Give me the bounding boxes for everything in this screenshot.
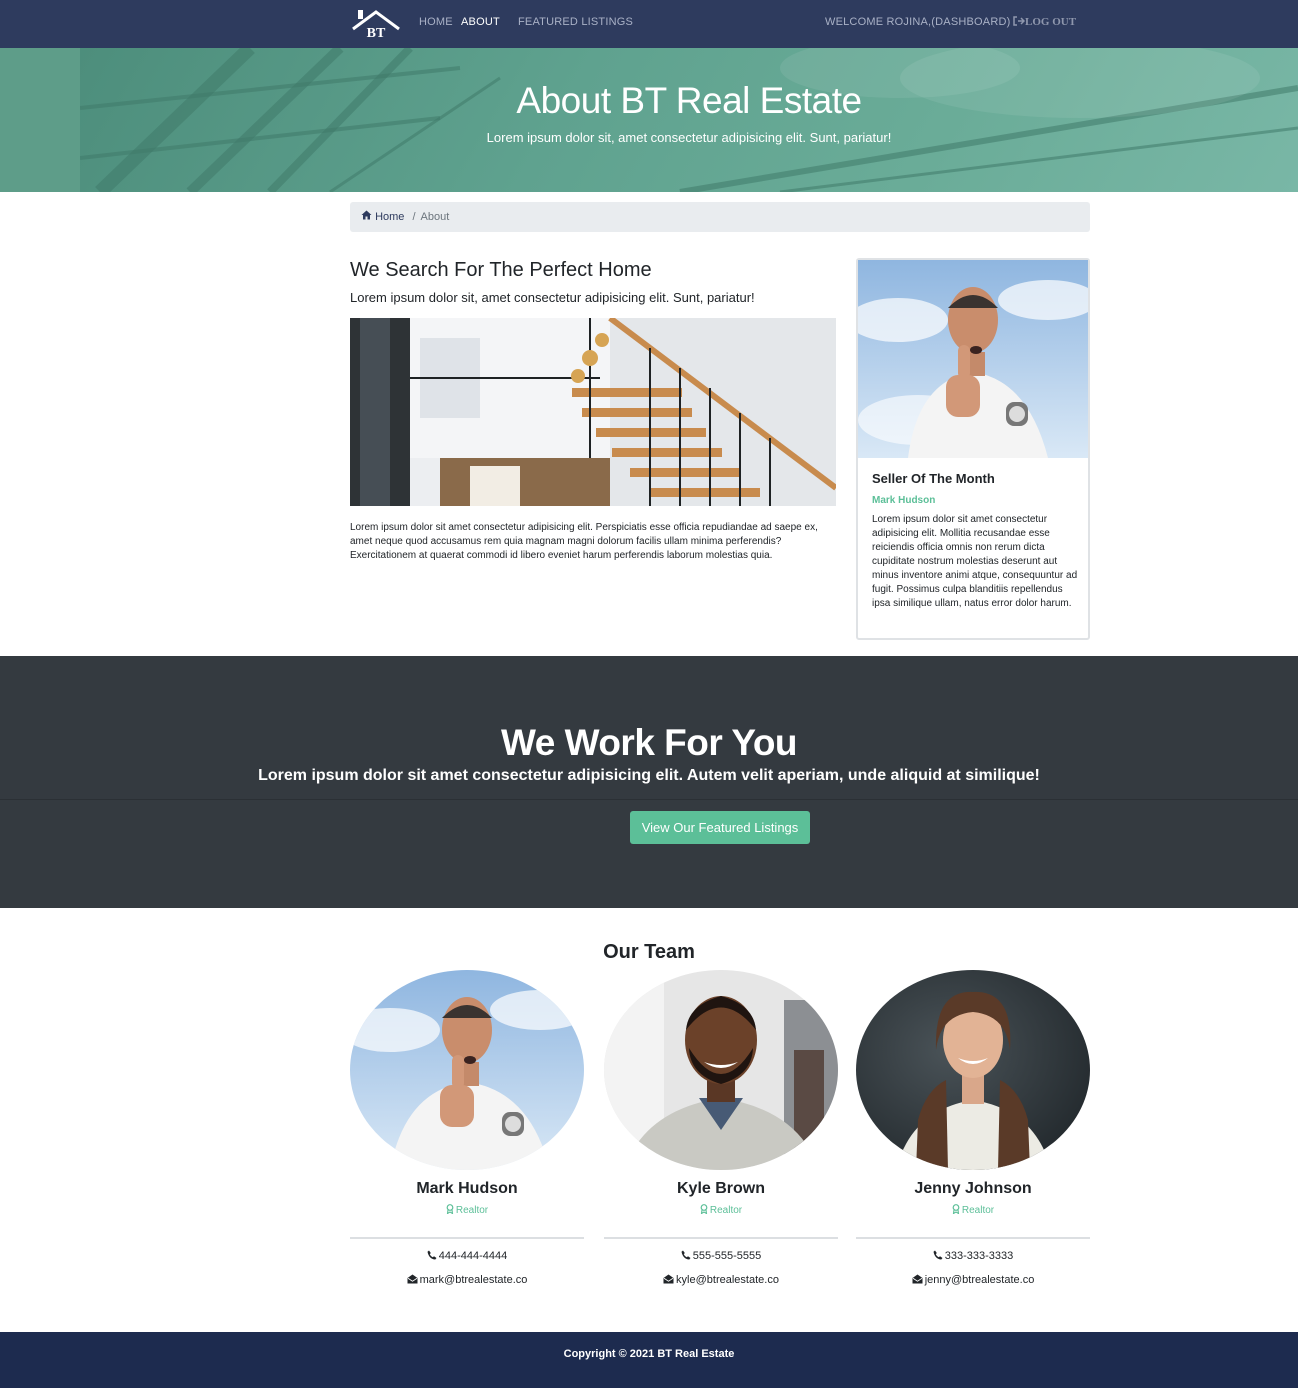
team-member-phone-value: 555-555-5555 (692, 1250, 762, 1262)
award-icon (446, 1204, 454, 1215)
nav-featured-listings[interactable]: FEATURED LISTINGS (518, 16, 633, 28)
team-member-phone: 333-333-3333 (856, 1250, 1090, 1262)
team-member-name: Mark Hudson (416, 1180, 518, 1197)
team-member-divider (856, 1237, 1090, 1239)
work-title: We Work For You (500, 722, 798, 763)
breadcrumb-home-link[interactable]: Home (361, 210, 407, 223)
svg-text:BT: BT (367, 26, 386, 39)
team-member-card: Mark Hudson Realtor 444-444-4444 mark@bt… (350, 970, 584, 1300)
phone-icon (933, 1250, 943, 1260)
team-member-email: mark@btrealestate.co (350, 1274, 584, 1286)
award-icon (700, 1204, 708, 1215)
envelope-icon (912, 1274, 923, 1284)
team-member-role: Realtor (856, 1204, 1090, 1216)
seller-name: Mark Hudson (872, 495, 936, 506)
seller-description: Lorem ipsum dolor sit amet consectetur a… (872, 514, 1078, 609)
team-member-phone: 555-555-5555 (604, 1250, 838, 1262)
about-staircase-image (350, 318, 836, 506)
team-member-phone-value: 444-444-4444 (438, 1250, 508, 1262)
team-member-card: Jenny Johnson Realtor 333-333-3333 jenny… (856, 970, 1090, 1300)
logo-house-icon: BT (352, 10, 400, 41)
hero-subtitle: Lorem ipsum dolor sit, amet consectetur … (486, 130, 892, 145)
work-subtitle: Lorem ipsum dolor sit amet consectetur a… (258, 767, 1040, 784)
hero-banner: About BT Real Estate Lorem ipsum dolor s… (80, 48, 1298, 192)
team-member-email-value[interactable]: kyle@btrealestate.co (676, 1274, 779, 1286)
team-member-divider (350, 1237, 584, 1239)
team-member-phone-value: 333-333-3333 (944, 1250, 1014, 1262)
breadcrumb: Home / About (350, 202, 1090, 232)
breadcrumb-home-label: Home (375, 211, 405, 223)
team-title: Our Team (603, 941, 695, 963)
home-icon (361, 210, 372, 220)
team-member-phone: 444-444-4444 (350, 1250, 584, 1262)
nav-welcome-dashboard[interactable]: WELCOME ROJINA,(DASHBOARD) (825, 16, 1011, 28)
team-member-photo (350, 970, 584, 1170)
hero-left-strip (0, 48, 80, 192)
team-member-role-label: Realtor (961, 1205, 995, 1216)
team-member-role-label: Realtor (455, 1205, 489, 1216)
footer: Copyright © 2021 BT Real Estate (0, 1332, 1298, 1388)
nav-home[interactable]: HOME (419, 16, 453, 28)
envelope-icon (663, 1274, 674, 1284)
team-member-email-value[interactable]: mark@btrealestate.co (420, 1274, 528, 1286)
envelope-icon (407, 1274, 418, 1284)
logout-icon (1013, 16, 1026, 26)
team-member-role: Realtor (350, 1204, 584, 1216)
seller-of-month-card: Seller Of The Month Mark Hudson Lorem ip… (856, 258, 1090, 640)
team-member-card: Kyle Brown Realtor 555-555-5555 kyle@btr… (604, 970, 838, 1300)
nav-about[interactable]: ABOUT (461, 16, 500, 28)
team-member-role-label: Realtor (709, 1205, 743, 1216)
brand-logo[interactable]: BT (350, 7, 402, 41)
footer-copyright: Copyright © 2021 BT Real Estate (563, 1348, 735, 1360)
team-member-divider (604, 1237, 838, 1239)
team-member-name: Kyle Brown (676, 1180, 765, 1197)
seller-photo (858, 260, 1088, 458)
award-icon (952, 1204, 960, 1215)
breadcrumb-current: About (420, 211, 450, 223)
team-member-photo (604, 970, 838, 1170)
team-member-email: jenny@btrealestate.co (856, 1274, 1090, 1286)
logout-label: LOG OUT (1025, 16, 1077, 28)
view-featured-listings-button[interactable]: View Our Featured Listings (630, 811, 810, 844)
breadcrumb-separator: / (412, 211, 416, 223)
about-heading: We Search For The Perfect Home (350, 259, 652, 281)
team-member-name: Jenny Johnson (914, 1180, 1032, 1197)
phone-icon (427, 1250, 437, 1260)
about-lead: Lorem ipsum dolor sit, amet consectetur … (350, 290, 755, 305)
team-member-email-value[interactable]: jenny@btrealestate.co (925, 1274, 1035, 1286)
hero-title: About BT Real Estate (516, 80, 862, 121)
phone-icon (681, 1250, 691, 1260)
seller-title: Seller Of The Month (872, 471, 995, 486)
navbar: BT HOME ABOUT FEATURED LISTINGS WELCOME … (0, 0, 1298, 48)
team-member-email: kyle@btrealestate.co (604, 1274, 838, 1286)
team-member-photo (856, 970, 1090, 1170)
about-body-text: Lorem ipsum dolor sit amet consectetur a… (350, 522, 818, 561)
work-for-you-section: We Work For You Lorem ipsum dolor sit am… (0, 656, 1298, 908)
team-member-role: Realtor (604, 1204, 838, 1216)
logout-link[interactable]: LOG OUT (1013, 16, 1076, 28)
work-divider (0, 799, 1298, 800)
